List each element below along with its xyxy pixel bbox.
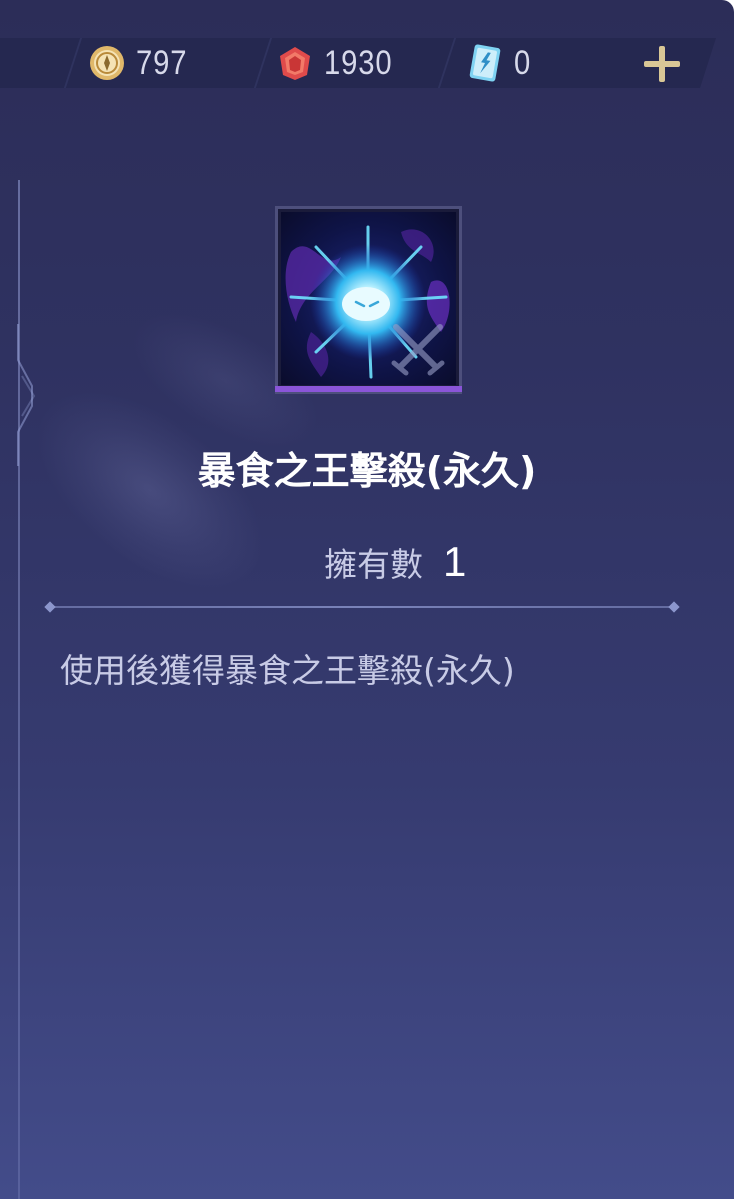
item-detail-panel: 797 1930 0 暴食之王擊殺(永久) 擁有數 1 使用後獲得暴食之王擊殺(… <box>0 0 734 1199</box>
currency-ruby: 1930 <box>276 38 404 88</box>
gold-coin-icon <box>90 46 124 80</box>
owned-count-row: 擁有數 1 <box>324 538 466 586</box>
item-icon-frame <box>275 206 462 394</box>
blue-card-icon <box>469 44 501 82</box>
ruby-gem-icon <box>280 47 310 80</box>
currency-card: 0 <box>466 38 534 88</box>
currency-gold: 797 <box>88 38 196 88</box>
section-divider <box>44 601 680 613</box>
item-description: 使用後獲得暴食之王擊殺(永久) <box>60 651 515 690</box>
ruby-amount: 1930 <box>324 43 393 82</box>
card-amount: 0 <box>514 43 532 82</box>
owned-count: 1 <box>443 538 467 585</box>
add-currency-button[interactable] <box>642 44 682 84</box>
gold-amount: 797 <box>136 43 188 82</box>
item-title: 暴食之王擊殺(永久) <box>197 449 537 493</box>
glutton-king-kill-effect-icon <box>281 212 456 385</box>
owned-label: 擁有數 <box>324 545 423 584</box>
item-rarity-bar <box>275 386 462 392</box>
